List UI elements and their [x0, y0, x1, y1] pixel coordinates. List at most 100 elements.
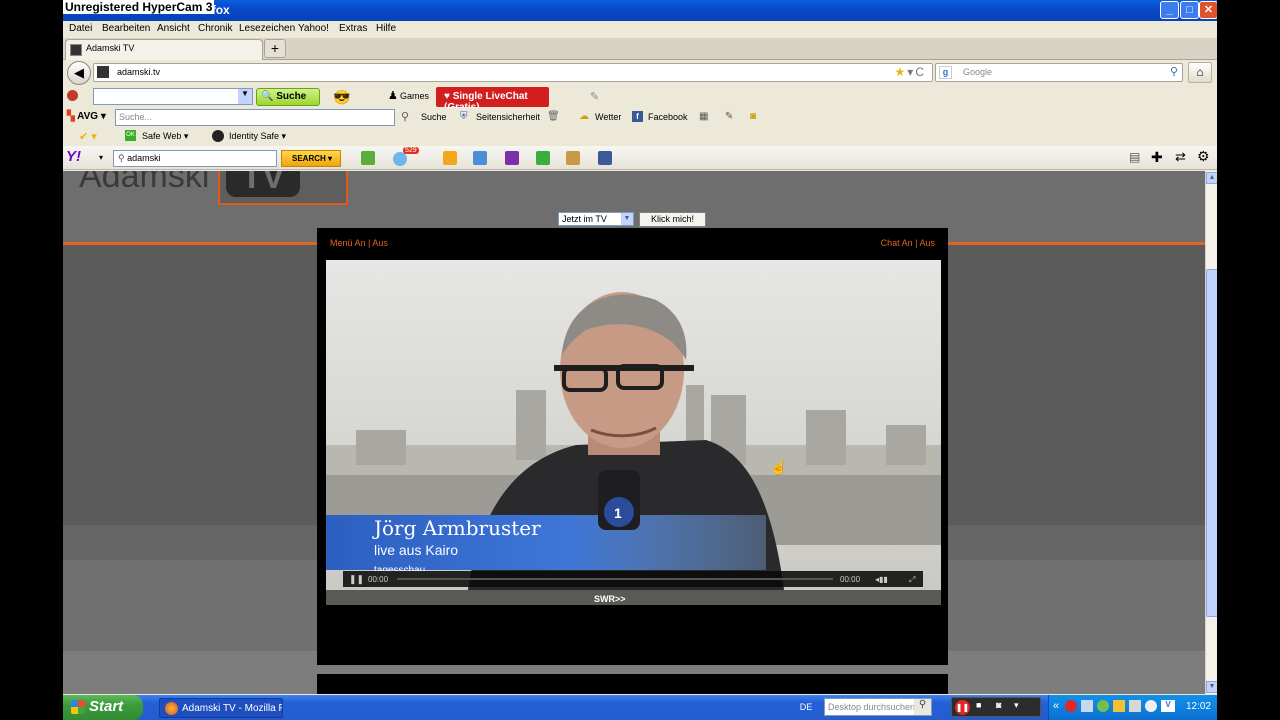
search-icon[interactable]: ⚲ [914, 699, 931, 715]
games-link[interactable]: Games [400, 91, 429, 101]
language-indicator[interactable]: DE [795, 699, 817, 716]
tray-monitor-icon[interactable] [1129, 700, 1141, 712]
tray-network-icon[interactable] [1081, 700, 1093, 712]
screenshot-icon[interactable]: ◙ [750, 111, 756, 122]
smiley-icon[interactable]: 😎 [333, 89, 350, 106]
chat-toggle-link[interactable]: Chat An | Aus [881, 238, 935, 248]
shield-icon: ⛨ [460, 111, 468, 122]
seitensicherheit-link[interactable]: Seitensicherheit [476, 112, 540, 122]
tab-label: Adamski TV [86, 43, 135, 53]
toolbar-logo-icon[interactable] [67, 90, 78, 101]
camera-icon[interactable]: ◙ [996, 700, 1001, 710]
trash-icon[interactable]: 🗑 [547, 111, 560, 122]
arrows-icon[interactable]: ⇄ [1175, 149, 1186, 165]
avg-search-input[interactable]: Suche... [115, 109, 395, 126]
games-icon[interactable] [443, 151, 457, 165]
calculator-icon[interactable]: ▦ [699, 111, 708, 122]
pause-button[interactable]: ❚❚ [349, 574, 364, 585]
minimize-button[interactable]: _ [1160, 1, 1179, 19]
scroll-thumb[interactable] [1206, 269, 1217, 617]
taskbar-window-button[interactable]: Adamski TV - Mozilla F... [159, 698, 283, 718]
identity-safe-menu[interactable]: Identity Safe ▾ [229, 131, 286, 142]
site-logo-tv[interactable]: TV [218, 171, 348, 205]
video-player[interactable]: Jörg Armbruster live aus Kairo tagesscha… [326, 260, 941, 605]
site-logo-text[interactable]: Adamski [79, 171, 209, 196]
add-icon[interactable]: ✚ [1151, 149, 1163, 166]
reload-icon[interactable]: C [915, 65, 926, 79]
menu-extras[interactable]: Extras [339, 23, 367, 34]
my-yahoo-icon[interactable] [505, 151, 519, 165]
tray-check-icon[interactable] [1145, 700, 1157, 712]
notepad-icon[interactable]: ✎ [725, 111, 733, 122]
home-button[interactable]: ⌂ [1188, 62, 1212, 83]
menu-bearbeiten[interactable]: Bearbeiten [102, 23, 150, 34]
menu-yahoo[interactable]: Yahoo! [298, 23, 329, 34]
menu-lesezeichen[interactable]: Lesezeichen [239, 23, 295, 34]
toolbar-search-combo[interactable]: ▼ [93, 88, 253, 105]
settings-gear-icon[interactable]: ⚙ [1197, 148, 1210, 165]
bookmark-icon[interactable] [361, 151, 375, 165]
facebook-link[interactable]: Facebook [648, 112, 688, 122]
yahoo-menu-dropdown-icon[interactable]: ▾ [99, 153, 103, 162]
tab-adamski-tv[interactable]: Adamski TV [65, 39, 263, 60]
seek-bar[interactable] [397, 578, 833, 580]
answers-icon[interactable] [536, 151, 550, 165]
menu-icon[interactable]: ▾ [1014, 700, 1019, 711]
menu-ansicht[interactable]: Ansicht [157, 23, 190, 34]
eraser-icon[interactable]: ✎ [590, 90, 599, 103]
map-icon[interactable] [566, 151, 580, 165]
tv-logo-box: TV [226, 171, 300, 197]
norton-check-icon[interactable]: ✔ ▾ [79, 130, 97, 143]
menu-datei[interactable]: Datei [69, 23, 92, 34]
google-engine-icon[interactable]: g [939, 66, 952, 79]
back-button[interactable]: ◀ [67, 61, 91, 85]
new-tab-button[interactable]: + [264, 39, 286, 58]
left-pillarbox [0, 0, 63, 720]
menu-chronik[interactable]: Chronik [198, 23, 232, 34]
channel-select[interactable]: Jetzt im TV ▼ [558, 212, 634, 226]
tray-arrow-icon[interactable]: « [1053, 700, 1059, 712]
weather-cloud-icon[interactable] [393, 152, 407, 166]
avg-search-button[interactable]: Suche [421, 112, 447, 122]
vertical-scrollbar[interactable]: ▲ ▼ [1205, 171, 1217, 694]
yahoo-search-input[interactable]: ⚲ adamski [113, 150, 277, 167]
video-controls: ❚❚ 00:00 00:00 ◂▮▮ ⤢ [343, 571, 923, 587]
mail-icon[interactable] [473, 151, 487, 165]
tray-v-icon[interactable]: V [1161, 700, 1175, 712]
safe-web-menu[interactable]: Safe Web ▾ [142, 131, 188, 142]
volume-icon[interactable]: ◂▮▮ [875, 575, 888, 584]
menu-hilfe[interactable]: Hilfe [376, 23, 396, 34]
yahoo-logo[interactable]: Y! [66, 148, 81, 165]
avg-search-icon[interactable]: ⚲ [401, 110, 409, 123]
hypercam-toolbar[interactable]: ❚❚ ■ ◙ ▾ [951, 697, 1041, 717]
search-icon[interactable]: ⚲ [1170, 65, 1178, 78]
scroll-down-icon[interactable]: ▼ [1206, 681, 1217, 693]
windows-taskbar: Start Adamski TV - Mozilla F... DE Deskt… [63, 695, 1217, 720]
wetter-link[interactable]: Wetter [595, 112, 621, 122]
google-search-box[interactable]: g Google ⚲ [935, 63, 1183, 82]
menu-toggle-link[interactable]: Menü An | Aus [330, 238, 388, 248]
desktop-search-input[interactable]: Desktop durchsuchen ⚲ [824, 698, 932, 716]
fullscreen-icon[interactable]: ⤢ [909, 575, 915, 585]
stop-icon[interactable]: ■ [976, 700, 981, 710]
tray-security-icon[interactable] [1113, 700, 1125, 712]
livechat-button[interactable]: ♥ Single LiveChat (Gratis) [436, 87, 549, 113]
scroll-up-icon[interactable]: ▲ [1206, 172, 1217, 184]
avg-logo[interactable]: ▚ AVG ▾ [67, 111, 106, 122]
record-icon[interactable]: ❚❚ [955, 700, 970, 715]
start-button[interactable]: Start [63, 695, 143, 720]
google-search-placeholder: Google [963, 67, 993, 77]
facebook-icon[interactable] [598, 151, 612, 165]
toolbar-panel-icon[interactable]: ▤ [1129, 150, 1140, 164]
tray-update-icon[interactable] [1097, 700, 1109, 712]
bookmark-star-icon[interactable]: ★ [895, 65, 908, 79]
close-button[interactable]: ✕ [1199, 1, 1217, 19]
maximize-button[interactable]: □ [1180, 1, 1199, 19]
klick-mich-button[interactable]: Klick mich! [639, 212, 706, 227]
suche-button[interactable]: 🔍 Suche [256, 88, 320, 106]
tray-antivirus-icon[interactable] [1065, 700, 1077, 712]
combo-dropdown-icon[interactable]: ▼ [238, 89, 252, 104]
address-bar[interactable]: adamski.tv ★▾C [93, 63, 933, 82]
title-bar[interactable]: Adamski TV - Mozilla Firefox _ □ ✕ [63, 0, 1217, 21]
yahoo-search-button[interactable]: SEARCH ▾ [281, 150, 341, 167]
